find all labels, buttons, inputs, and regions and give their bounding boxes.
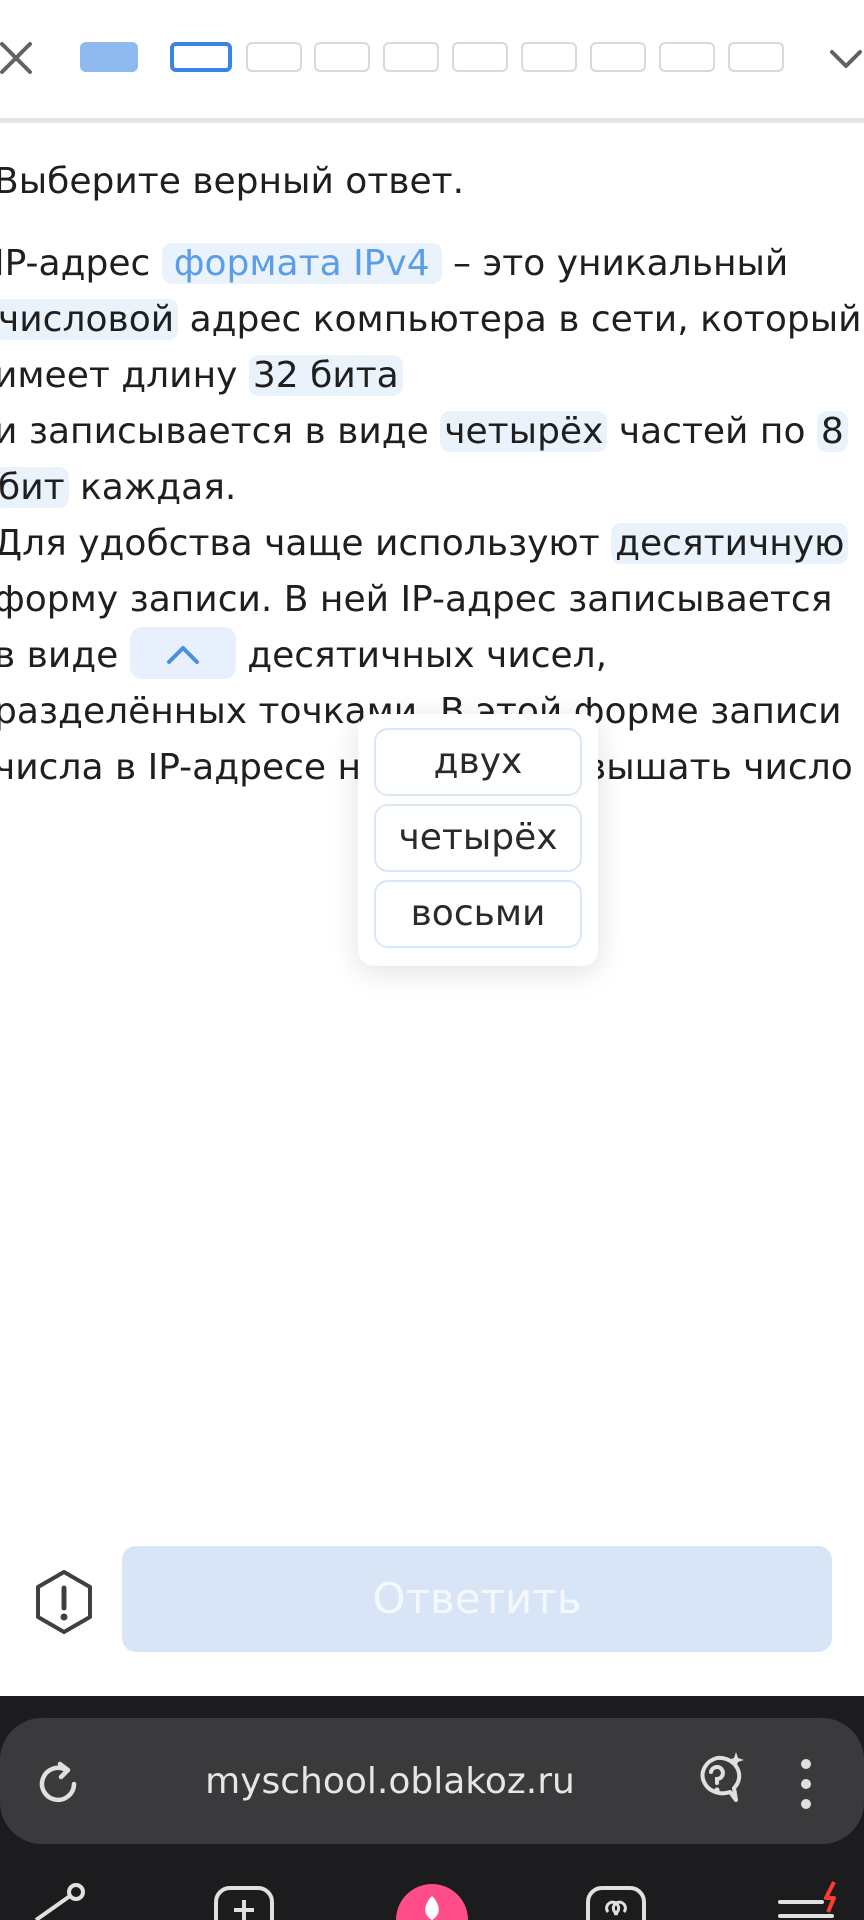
instruction-text: Выберите верный ответ.: [0, 161, 465, 202]
submit-answer-button[interactable]: Ответить: [122, 1546, 832, 1652]
question-paragraph-1: IP-адрес формата IPv4 – это уникальный ч…: [0, 236, 864, 516]
answer-chip[interactable]: формата IPv4: [161, 243, 442, 284]
progress-step-10[interactable]: [728, 42, 784, 72]
progress-step-4[interactable]: [314, 42, 370, 72]
assistant-button[interactable]: [686, 1748, 748, 1810]
progress-step-9[interactable]: [659, 42, 715, 72]
answer-chip[interactable]: 8: [816, 411, 848, 452]
reload-icon: [39, 1761, 77, 1803]
new-tab-icon[interactable]: [212, 1880, 276, 1920]
question-text: IP-адрес: [0, 243, 162, 284]
progress-step-5[interactable]: [383, 42, 439, 72]
question-text: частей по: [607, 411, 817, 452]
reload-button[interactable]: [30, 1756, 86, 1812]
menu-icon[interactable]: [776, 1880, 846, 1920]
header-divider: [0, 118, 864, 123]
url-text[interactable]: myschool.oblakoz.ru: [140, 1752, 640, 1812]
question-text: Для удобства чаще используют: [0, 523, 612, 564]
answer-gap-dropdown[interactable]: [129, 627, 236, 679]
question-text: и записывается в виде: [0, 411, 441, 452]
close-button[interactable]: [0, 34, 40, 82]
answer-chip[interactable]: числовой: [0, 299, 179, 340]
progress-step-2[interactable]: [170, 42, 232, 72]
share-icon[interactable]: [26, 1880, 86, 1920]
alice-assistant-icon[interactable]: [392, 1880, 472, 1920]
progress-step-8[interactable]: [590, 42, 646, 72]
progress-step-3[interactable]: [246, 42, 302, 72]
progress-header: [0, 0, 864, 123]
ai-assistant-icon: [700, 1752, 744, 1802]
progress-step-7[interactable]: [521, 42, 577, 72]
chevron-up-icon: [166, 646, 199, 664]
progress-step-6[interactable]: [452, 42, 508, 72]
task-content: Выберите верный ответ. IP-адрес формата …: [0, 150, 864, 796]
question-text: – это уникальный: [441, 243, 789, 284]
progress-step-1[interactable]: [80, 42, 138, 72]
tabs-icon[interactable]: [584, 1880, 648, 1920]
more-menu-button[interactable]: [786, 1756, 826, 1812]
more-vertical-icon: [801, 1759, 811, 1809]
option-vosmi[interactable]: восьми: [374, 880, 582, 948]
report-problem-button[interactable]: [30, 1568, 98, 1636]
browser-chrome: myschool.oblakoz.ru: [0, 1696, 864, 1920]
answer-options-popup: двух четырёх восьми: [358, 714, 598, 966]
answer-chip[interactable]: бит: [0, 467, 69, 508]
question-text: каждая.: [68, 467, 237, 508]
answer-chip[interactable]: 32 бита: [248, 355, 403, 396]
expand-steps-button[interactable]: [826, 38, 864, 78]
address-bar: myschool.oblakoz.ru: [0, 1718, 864, 1844]
answer-chip[interactable]: десятичную: [611, 523, 849, 564]
option-dvukh[interactable]: двух: [374, 728, 582, 796]
browser-nav-bar: [0, 1872, 864, 1920]
exclamation-hexagon-icon: [36, 1570, 92, 1634]
chevron-down-icon: [830, 50, 862, 68]
answer-chip[interactable]: четырёх: [440, 411, 608, 452]
close-icon: [0, 42, 32, 74]
option-chetyrekh[interactable]: четырёх: [374, 804, 582, 872]
